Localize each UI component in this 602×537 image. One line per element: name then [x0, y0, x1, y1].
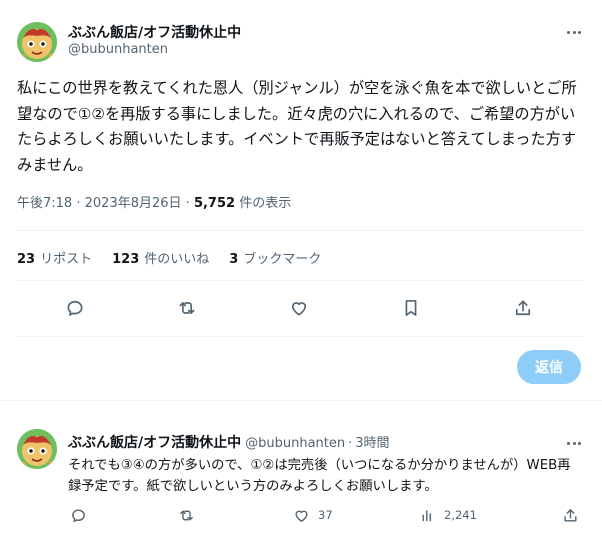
analytics-icon: [422, 510, 432, 521]
bookmark-icon[interactable]: [399, 296, 423, 320]
reposts-count: 23: [17, 252, 36, 267]
more-options-icon[interactable]: [563, 436, 585, 450]
views-label: 件の表示: [239, 196, 292, 211]
meta-separator: ·: [185, 196, 190, 211]
more-options-icon[interactable]: [563, 25, 585, 39]
reposts-stat[interactable]: 23 リポスト: [17, 248, 92, 267]
tweet-text: 私にこの世界を教えてくれた恩人（別ジャンル）が空を泳ぐ魚を本で欲しいとご所望なの…: [17, 79, 577, 174]
like-icon: [295, 510, 308, 522]
reply-header: ぶぶん飯店/オフ活動休止中 @bubunhanten · 3時間: [68, 432, 390, 452]
bookmarks-stat[interactable]: 3 ブックマーク: [229, 248, 321, 267]
views-count: 2,241: [444, 508, 477, 522]
tweet-time[interactable]: 午後7:18: [17, 196, 72, 211]
like-icon[interactable]: [287, 296, 311, 320]
bookmarks-count: 3: [229, 252, 239, 267]
meta-separator: ·: [348, 436, 353, 451]
author-handle[interactable]: @bubunhanten: [245, 436, 345, 451]
engagement-stats: 23 リポスト 123 件のいいね 3 ブックマーク: [17, 248, 321, 267]
reply-button[interactable]: 返信: [517, 350, 581, 384]
author-name[interactable]: ぶぶん飯店/オフ活動休止中: [68, 22, 241, 42]
like-button[interactable]: 37: [293, 505, 333, 525]
likes-count: 123: [112, 252, 140, 267]
reply-icon[interactable]: [70, 505, 87, 525]
avatar[interactable]: [17, 429, 57, 469]
tweet-date[interactable]: 2023年8月26日: [85, 196, 182, 211]
views-button[interactable]: 2,241: [419, 505, 477, 525]
avatar[interactable]: [17, 22, 57, 62]
reply-text: それでも③④の方が多いので、①②は完売後（いつになるか分かりませんが）WEB再録…: [68, 458, 571, 494]
reposts-label: リポスト: [40, 252, 93, 267]
author-handle[interactable]: @bubunhanten: [68, 42, 168, 57]
share-icon[interactable]: [511, 296, 535, 320]
likes-label: 件のいいね: [144, 252, 210, 267]
tweet-meta: 午後7:18 · 2023年8月26日 · 5,752 件の表示: [17, 192, 291, 211]
tweet-action-bar: [0, 296, 602, 320]
author-name[interactable]: ぶぶん飯店/オフ活動休止中: [68, 432, 241, 452]
divider: [17, 280, 583, 281]
share-icon[interactable]: [562, 505, 579, 525]
meta-separator: ·: [76, 196, 81, 211]
divider: [17, 336, 583, 337]
divider: [17, 230, 583, 231]
reply-action-bar: 37 2,241: [0, 505, 602, 525]
views-count: 5,752: [193, 196, 236, 211]
bookmarks-label: ブックマーク: [243, 252, 322, 267]
tweet-detail-page: ぶぶん飯店/オフ活動休止中 @bubunhanten 私にこの世界を教えてくれた…: [0, 0, 602, 537]
tweet-time[interactable]: 3時間: [355, 432, 389, 451]
repost-icon[interactable]: [175, 296, 199, 320]
repost-icon[interactable]: [178, 505, 195, 525]
reply-icon[interactable]: [63, 296, 87, 320]
likes-count: 37: [318, 508, 333, 522]
main-tweet: ぶぶん飯店/オフ活動休止中 @bubunhanten 私にこの世界を教えてくれた…: [0, 0, 602, 400]
reply-tweet[interactable]: ぶぶん飯店/オフ活動休止中 @bubunhanten · 3時間 それでも③④の…: [0, 401, 602, 537]
likes-stat[interactable]: 123 件のいいね: [112, 248, 209, 267]
